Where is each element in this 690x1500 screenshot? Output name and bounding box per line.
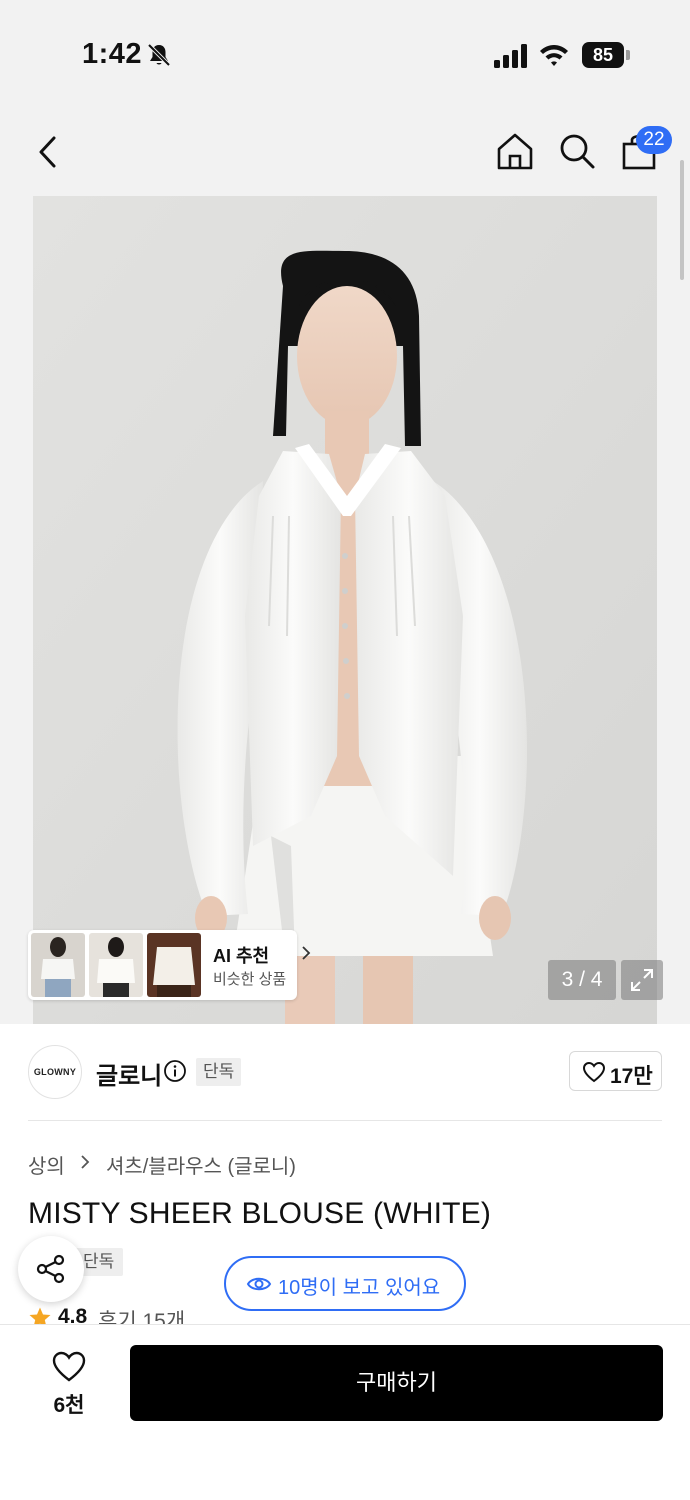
bell-muted-icon bbox=[147, 43, 171, 67]
chevron-right-icon bbox=[81, 1155, 90, 1169]
product-photo[interactable] bbox=[33, 196, 657, 1024]
search-icon[interactable] bbox=[556, 130, 598, 172]
cellular-signal-icon bbox=[494, 44, 527, 68]
status-time: 1:42 bbox=[82, 38, 143, 70]
ai-recommendation-title: AI 추천 bbox=[213, 946, 270, 966]
recommendation-thumbnail-3[interactable] bbox=[147, 933, 201, 997]
buy-button[interactable]: 구매하기 bbox=[130, 1345, 663, 1421]
breadcrumb-subcategory[interactable]: 셔츠/블라우스 (글로니) bbox=[106, 1150, 296, 1179]
exclusive-tag: 단독 bbox=[196, 1058, 242, 1086]
image-page-indicator: 3 / 4 bbox=[548, 960, 616, 1000]
battery-indicator: 85 bbox=[582, 42, 630, 68]
home-icon[interactable] bbox=[494, 130, 536, 172]
info-icon[interactable] bbox=[163, 1059, 187, 1083]
back-arrow-icon[interactable] bbox=[30, 132, 66, 172]
top-nav: 22 bbox=[0, 110, 690, 196]
ai-recommendation-card[interactable]: AI 추천 비슷한 상품 bbox=[28, 930, 311, 1000]
wishlist-count: 6천 bbox=[53, 1394, 85, 1417]
bottom-action-bar: 6천 구매하기 bbox=[0, 1325, 690, 1500]
product-image-gallery[interactable]: AI 추천 비슷한 상품 3 / 4 bbox=[0, 196, 690, 1024]
heart-icon bbox=[582, 1061, 606, 1083]
live-viewers-text: 10명이 보고 있어요 bbox=[278, 1277, 441, 1299]
section-divider bbox=[28, 1120, 662, 1121]
cart-count-badge[interactable]: 22 bbox=[636, 126, 672, 154]
brand-like-count: 17만 bbox=[610, 1065, 653, 1088]
live-viewers-badge: 10명이 보고 있어요 bbox=[224, 1256, 466, 1311]
recommendation-thumbnail-2[interactable] bbox=[89, 933, 143, 997]
wifi-icon bbox=[540, 45, 568, 66]
breadcrumb-category[interactable]: 상의 bbox=[28, 1150, 65, 1179]
recommendation-thumbnail-1[interactable] bbox=[31, 933, 85, 997]
ai-recommendation-subtitle: 비슷한 상품 bbox=[213, 971, 287, 988]
heart-icon[interactable] bbox=[52, 1351, 86, 1383]
expand-image-button[interactable] bbox=[621, 960, 663, 1000]
eye-icon bbox=[246, 1277, 272, 1291]
product-title: MISTY SHEER BLOUSE (WHITE) bbox=[28, 1197, 492, 1230]
page-scrollbar[interactable] bbox=[680, 160, 684, 280]
brand-name[interactable]: 글로니 bbox=[96, 1056, 162, 1091]
brand-like-button[interactable]: 17만 bbox=[569, 1051, 662, 1091]
battery-cap bbox=[626, 50, 630, 60]
expand-icon bbox=[631, 969, 653, 991]
category-breadcrumb: 상의 셔츠/블라우스 (글로니) bbox=[28, 1150, 296, 1179]
battery-level: 85 bbox=[582, 42, 624, 68]
brand-logo[interactable]: GLOWNY bbox=[28, 1045, 82, 1099]
status-bar: 1:42 85 bbox=[0, 0, 690, 110]
share-button[interactable] bbox=[18, 1236, 84, 1302]
chevron-right-icon bbox=[302, 946, 311, 960]
share-icon bbox=[36, 1254, 65, 1284]
